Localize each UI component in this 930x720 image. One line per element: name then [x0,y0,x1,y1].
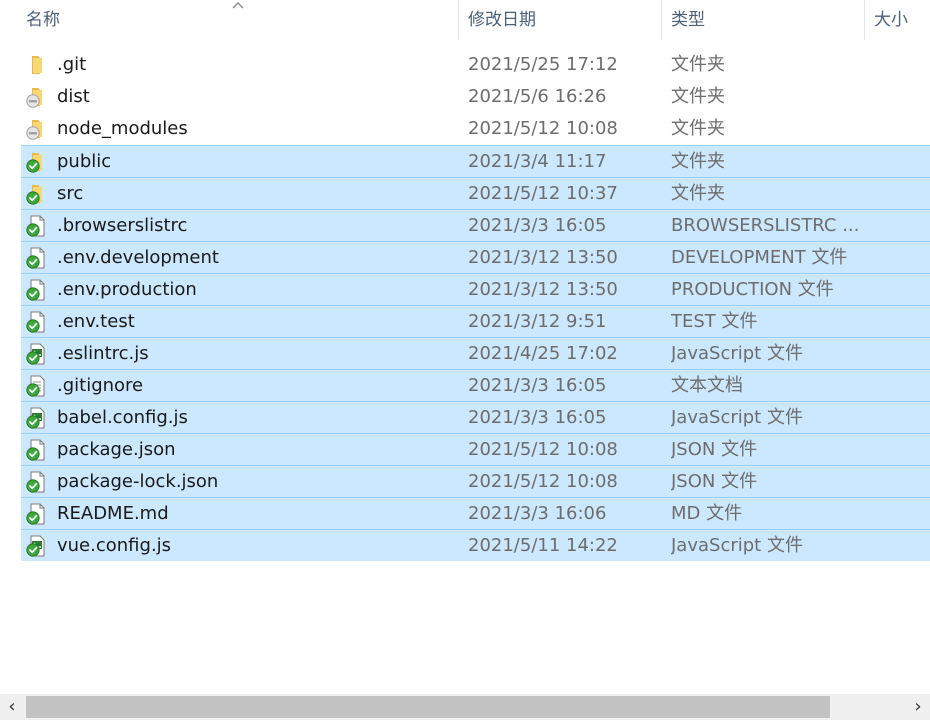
file-name[interactable]: README.md [57,498,169,530]
column-header-date[interactable]: 修改日期 [462,0,660,40]
column-divider[interactable] [864,0,865,40]
scroll-left-button[interactable]: ‹ [0,694,24,720]
folder-icon [26,118,48,140]
file-row[interactable]: .git 2021/5/25 17:12 文件夹 [21,49,930,81]
file-row[interactable]: dist 2021/5/6 16:26 文件夹 [21,81,930,113]
folder-icon [26,86,48,108]
file-row[interactable]: vue.config.js 2021/5/11 14:22 JavaScript 文… [21,529,930,561]
file-icon [26,503,48,525]
file-type: 文本文档 [671,375,743,396]
file-type: 文件夹 [671,151,725,172]
file-date: 2021/5/25 17:12 [468,54,618,75]
file-icon [26,215,48,237]
file-name[interactable]: .env.production [57,274,197,306]
file-name[interactable]: .eslintrc.js [57,338,149,370]
file-row[interactable]: package.json 2021/5/12 10:08 JSON 文件 [21,433,930,465]
file-icon [26,247,48,269]
file-row[interactable]: .gitignore 2021/3/3 16:05 文本文档 [21,369,930,401]
file-type: PRODUCTION 文件 [671,279,834,300]
file-row[interactable]: public 2021/3/4 11:17 文件夹 [21,145,930,177]
script-file-icon [26,343,48,365]
file-date: 2021/5/6 16:26 [468,86,607,107]
file-icon [26,279,48,301]
file-name[interactable]: .git [57,49,86,81]
file-date: 2021/3/3 16:06 [468,503,607,524]
horizontal-scrollbar[interactable]: ‹ › [0,694,930,720]
file-name[interactable]: .env.test [57,306,135,338]
file-row[interactable]: .eslintrc.js 2021/4/25 17:02 JavaScript 文件 [21,337,930,369]
file-type: JSON 文件 [671,439,758,460]
file-date: 2021/5/12 10:08 [468,118,618,139]
file-row[interactable]: .env.test 2021/3/12 9:51 TEST 文件 [21,305,930,337]
file-name[interactable]: .browserslistrc [57,210,187,242]
file-date: 2021/5/12 10:37 [468,183,618,204]
file-row[interactable]: src 2021/5/12 10:37 文件夹 [21,177,930,209]
file-type: 文件夹 [671,54,725,75]
file-type: MD 文件 [671,503,743,524]
file-row[interactable]: .browserslistrc 2021/3/3 16:05 BROWSERSLIS… [21,209,930,241]
file-name[interactable]: node_modules [57,113,188,145]
file-name[interactable]: vue.config.js [57,530,171,562]
file-type: JavaScript 文件 [671,535,803,556]
text-file-icon [26,375,48,397]
file-name[interactable]: .env.development [57,242,219,274]
file-name[interactable]: package.json [57,434,176,466]
column-header-type[interactable]: 类型 [665,0,863,40]
folder-icon [26,54,48,76]
scrollbar-thumb[interactable] [26,696,830,718]
file-type: JavaScript 文件 [671,407,803,428]
file-type: JSON 文件 [671,471,758,492]
column-divider[interactable] [661,0,662,40]
file-row[interactable]: README.md 2021/3/3 16:06 MD 文件 [21,497,930,529]
file-date: 2021/3/4 11:17 [468,151,607,172]
file-date: 2021/5/12 10:08 [468,439,618,460]
file-type: 文件夹 [671,86,725,107]
file-date: 2021/4/25 17:02 [468,343,618,364]
file-date: 2021/3/3 16:05 [468,407,607,428]
file-name[interactable]: src [57,178,83,210]
file-name[interactable]: public [57,146,111,178]
file-type: DEVELOPMENT 文件 [671,247,848,268]
file-name[interactable]: package-lock.json [57,466,218,498]
file-type: BROWSERSLISTRC ... [671,215,860,236]
file-name[interactable]: babel.config.js [57,402,188,434]
script-file-icon [26,535,48,557]
file-date: 2021/3/3 16:05 [468,215,607,236]
sort-ascending-icon [232,2,244,9]
folder-icon [26,151,48,173]
column-header: 名称 修改日期 类型 大小 [0,0,930,40]
file-row[interactable]: .env.production 2021/3/12 13:50 PRODUCTION… [21,273,930,305]
file-date: 2021/3/12 13:50 [468,247,618,268]
file-date: 2021/3/3 16:05 [468,375,607,396]
column-divider[interactable] [458,0,459,40]
file-row[interactable]: node_modules 2021/5/12 10:08 文件夹 [21,113,930,145]
file-name[interactable]: .gitignore [57,370,143,402]
script-file-icon [26,407,48,429]
file-icon [26,311,48,333]
file-type: TEST 文件 [671,311,758,332]
file-icon [26,439,48,461]
file-date: 2021/5/11 14:22 [468,535,618,556]
file-row[interactable]: package-lock.json 2021/5/12 10:08 JSON 文件 [21,465,930,497]
column-header-size[interactable]: 大小 [868,0,930,40]
file-type: JavaScript 文件 [671,343,803,364]
folder-icon [26,183,48,205]
file-date: 2021/3/12 13:50 [468,279,618,300]
file-row[interactable]: babel.config.js 2021/3/3 16:05 JavaScript … [21,401,930,433]
scroll-right-button[interactable]: › [906,694,930,720]
file-name[interactable]: dist [57,81,90,113]
file-row[interactable]: .env.development 2021/3/12 13:50 DEVELOPME… [21,241,930,273]
file-icon [26,471,48,493]
file-type: 文件夹 [671,183,725,204]
file-date: 2021/5/12 10:08 [468,471,618,492]
file-type: 文件夹 [671,118,725,139]
file-date: 2021/3/12 9:51 [468,311,607,332]
